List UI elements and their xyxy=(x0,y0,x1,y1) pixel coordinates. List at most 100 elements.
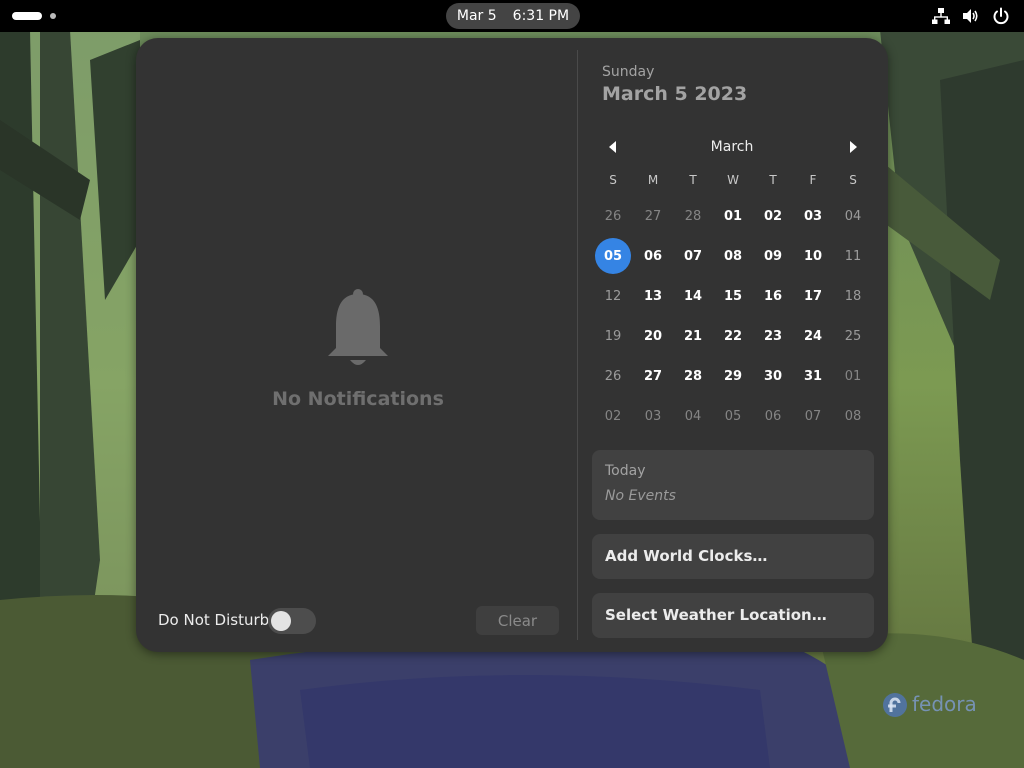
calendar-day[interactable]: 27 xyxy=(633,196,673,236)
calendar-day[interactable]: 17 xyxy=(793,276,833,316)
power-icon[interactable] xyxy=(992,7,1010,25)
calendar-day[interactable]: 20 xyxy=(633,316,673,356)
calendar-day[interactable]: 23 xyxy=(753,316,793,356)
calendar-day-label: 27 xyxy=(644,208,662,224)
panel-divider xyxy=(577,50,578,640)
calendar-day-label: 28 xyxy=(683,368,703,384)
calendar-day-label: 29 xyxy=(723,368,743,384)
calendar-day-label: 02 xyxy=(604,408,622,424)
calendar-day-label: 23 xyxy=(763,328,783,344)
calendar-day[interactable]: 03 xyxy=(633,396,673,436)
calendar-day[interactable]: 18 xyxy=(833,276,873,316)
calendar-day-label: 21 xyxy=(683,328,703,344)
calendar-day[interactable]: 26 xyxy=(593,356,633,396)
calendar-day[interactable]: 08 xyxy=(833,396,873,436)
calendar-day[interactable]: 09 xyxy=(753,236,793,276)
calendar-day[interactable]: 10 xyxy=(793,236,833,276)
calendar-day[interactable]: 03 xyxy=(793,196,833,236)
calendar-day[interactable]: 06 xyxy=(753,396,793,436)
calendar-day-label: 10 xyxy=(803,248,823,264)
calendar-day[interactable]: 05 xyxy=(593,236,633,276)
calendar-day-label: 30 xyxy=(763,368,783,384)
calendar-day[interactable]: 01 xyxy=(833,356,873,396)
volume-icon[interactable] xyxy=(962,7,980,25)
calendar-day[interactable]: 02 xyxy=(753,196,793,236)
calendar-day-label: 19 xyxy=(604,328,622,344)
calendar-day[interactable]: 08 xyxy=(713,236,753,276)
calendar-day-label: 16 xyxy=(763,288,783,304)
top-bar: Mar 5 6:31 PM xyxy=(0,0,1024,32)
select-weather-location-button[interactable]: Select Weather Location… xyxy=(592,593,874,638)
do-not-disturb-label: Do Not Disturb xyxy=(158,611,270,629)
calendar-day[interactable]: 25 xyxy=(833,316,873,356)
toggle-knob xyxy=(271,611,291,631)
calendar-week-row: 19 20 21 22 23 24 25 xyxy=(593,316,873,356)
fedora-icon xyxy=(883,693,907,717)
calendar-day-label: 07 xyxy=(683,248,703,264)
do-not-disturb-toggle[interactable] xyxy=(268,608,316,634)
network-icon[interactable] xyxy=(932,7,950,25)
calendar-day[interactable]: 28 xyxy=(673,356,713,396)
add-world-clocks-button[interactable]: Add World Clocks… xyxy=(592,534,874,579)
calendar-day[interactable]: 11 xyxy=(833,236,873,276)
full-date-label[interactable]: March 5 2023 xyxy=(602,83,747,105)
calendar-day-label: 14 xyxy=(683,288,703,304)
calendar-day[interactable]: 02 xyxy=(593,396,633,436)
calendar-day[interactable]: 15 xyxy=(713,276,753,316)
no-events-label: No Events xyxy=(605,488,676,504)
calendar-day[interactable]: 04 xyxy=(673,396,713,436)
calendar-day[interactable]: 31 xyxy=(793,356,833,396)
calendar-day-label: 01 xyxy=(844,368,862,384)
calendar-day-label: 05 xyxy=(724,408,742,424)
calendar-day[interactable]: 30 xyxy=(753,356,793,396)
calendar-day-label: 08 xyxy=(723,248,743,264)
calendar-day-label: 24 xyxy=(803,328,823,344)
calendar-day[interactable]: 05 xyxy=(713,396,753,436)
calendar-day[interactable]: 24 xyxy=(793,316,833,356)
calendar-day[interactable]: 26 xyxy=(593,196,633,236)
next-month-icon[interactable] xyxy=(842,136,864,158)
workspace-indicator-active xyxy=(12,12,42,20)
bell-icon xyxy=(328,289,388,365)
calendar-day[interactable]: 14 xyxy=(673,276,713,316)
weekday-header: S xyxy=(849,173,857,187)
calendar-day[interactable]: 19 xyxy=(593,316,633,356)
calendar-day[interactable]: 06 xyxy=(633,236,673,276)
calendar-day[interactable]: 22 xyxy=(713,316,753,356)
world-clocks-label: Add World Clocks… xyxy=(605,547,768,565)
events-section[interactable]: Today No Events xyxy=(592,450,874,520)
weekday-header: S xyxy=(609,173,617,187)
calendar-day[interactable]: 29 xyxy=(713,356,753,396)
calendar-day[interactable]: 28 xyxy=(673,196,713,236)
activities-button[interactable] xyxy=(12,9,60,23)
calendar-day-label: 01 xyxy=(723,208,743,224)
calendar-day[interactable]: 27 xyxy=(633,356,673,396)
calendar-day-label: 05 xyxy=(595,238,631,274)
calendar-day[interactable]: 12 xyxy=(593,276,633,316)
calendar-weekday-header: SMTWTFS xyxy=(593,164,873,196)
clock-date: Mar 5 xyxy=(456,8,497,24)
calendar-day[interactable]: 21 xyxy=(673,316,713,356)
calendar-day-label: 09 xyxy=(763,248,783,264)
calendar-day[interactable]: 07 xyxy=(793,396,833,436)
calendar-day-label: 20 xyxy=(643,328,663,344)
calendar-day-label: 04 xyxy=(844,208,862,224)
calendar-day-label: 04 xyxy=(684,408,702,424)
previous-month-icon[interactable] xyxy=(602,136,624,158)
system-tray[interactable] xyxy=(932,7,1010,25)
calendar-day-label: 31 xyxy=(803,368,823,384)
calendar-day[interactable]: 13 xyxy=(633,276,673,316)
weekday-header: T xyxy=(689,173,697,187)
calendar-day-label: 25 xyxy=(844,328,862,344)
calendar-week-row: 26 27 28 01 02 03 04 xyxy=(593,196,873,236)
weekday-label[interactable]: Sunday xyxy=(602,64,654,80)
fedora-logo: fedora xyxy=(882,690,982,720)
calendar-day[interactable]: 07 xyxy=(673,236,713,276)
calendar-day[interactable]: 01 xyxy=(713,196,753,236)
date-time-button[interactable]: Mar 5 6:31 PM xyxy=(446,3,580,29)
calendar-day-label: 15 xyxy=(723,288,743,304)
weekday-header: F xyxy=(809,173,817,187)
clear-button[interactable]: Clear xyxy=(476,606,559,635)
calendar-day[interactable]: 04 xyxy=(833,196,873,236)
calendar-day[interactable]: 16 xyxy=(753,276,793,316)
